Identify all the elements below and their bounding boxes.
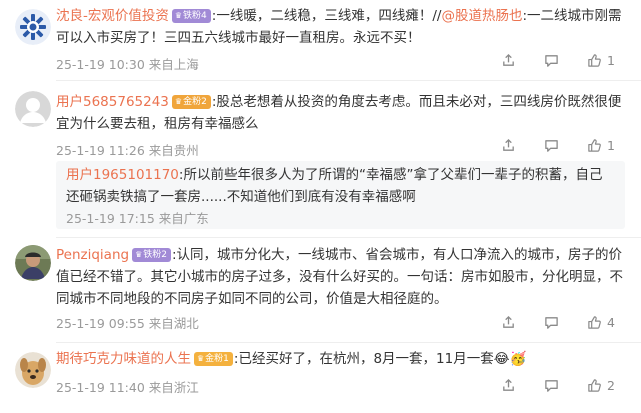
comment-button[interactable] xyxy=(544,378,559,393)
comment-time: 25-1-19 10:30 xyxy=(56,57,145,72)
avatar[interactable] xyxy=(15,91,51,127)
fan-badge: ♛金粉2 xyxy=(171,95,211,109)
reply-time: 25-1-19 17:15 xyxy=(66,211,155,226)
like-button[interactable]: 2 xyxy=(587,378,615,393)
mention-link[interactable]: @股道热肠也 xyxy=(441,8,522,24)
like-button[interactable]: 1 xyxy=(587,138,615,153)
like-button[interactable]: 4 xyxy=(587,315,615,330)
comment-icon xyxy=(545,140,558,152)
reply-box: 用户1965101170:所以前些年很多人为了所谓的“幸福感”拿了父辈们一辈子的… xyxy=(56,161,625,229)
comment-time: 25-1-19 11:26 xyxy=(56,143,145,158)
comment-username[interactable]: Penziqiang xyxy=(56,247,129,263)
share-icon xyxy=(503,378,514,391)
comment-item: 期待巧克力味道的人生 ♛金粉1:已经买好了，在杭州，8月一套，11月一套😂🥳 25… xyxy=(0,343,641,413)
comment-username[interactable]: 用户5685765243 xyxy=(56,94,169,110)
crown-icon: ♛ xyxy=(197,354,205,363)
like-icon xyxy=(588,139,601,152)
share-button[interactable] xyxy=(501,53,516,68)
fan-badge: ♛铁粉2 xyxy=(132,248,171,262)
reply-username[interactable]: 用户1965101170 xyxy=(66,167,179,183)
comment-item: 用户5685765243 ♛金粉2:股总老想着从投资的角度去考虑。而且未必对，三四… xyxy=(0,81,641,231)
comment-text: :已经买好了，在杭州，8月一套，11月一套 xyxy=(233,351,494,367)
share-button[interactable] xyxy=(501,378,516,393)
comment-button[interactable] xyxy=(544,315,559,330)
like-icon xyxy=(588,54,601,67)
comment-button[interactable] xyxy=(544,53,559,68)
crown-icon: ♛ xyxy=(174,11,183,20)
share-button[interactable] xyxy=(501,138,516,153)
like-count: 1 xyxy=(607,138,615,153)
like-count: 2 xyxy=(607,378,615,393)
fan-badge: ♛金粉1 xyxy=(194,352,233,366)
comment-text: 一线暖，二线稳，三线难，四线瘫！// xyxy=(216,8,442,24)
comment-location: 来自上海 xyxy=(148,57,199,72)
avatar[interactable] xyxy=(15,9,51,45)
comment-button[interactable] xyxy=(544,138,559,153)
fan-badge: ♛铁粉4 xyxy=(171,9,211,23)
crown-icon: ♛ xyxy=(135,250,143,259)
comment-location: 来自浙江 xyxy=(148,380,199,395)
comment-location: 来自湖北 xyxy=(148,316,199,331)
comment-icon xyxy=(545,317,558,329)
crown-icon: ♛ xyxy=(174,97,183,106)
avatar[interactable] xyxy=(15,352,51,388)
like-icon xyxy=(588,316,601,329)
like-count: 4 xyxy=(607,315,615,330)
comment-time: 25-1-19 09:55 xyxy=(56,316,145,331)
share-icon xyxy=(503,53,514,66)
like-count: 1 xyxy=(607,53,615,68)
comment-item: Penziqiang ♛铁粉2:认同，城市分化大，一线城市、省会城市，有人口净流入… xyxy=(0,238,641,342)
emoji: 😂🥳 xyxy=(493,351,527,367)
reply-location: 来自广东 xyxy=(158,211,209,226)
avatar[interactable] xyxy=(15,245,51,281)
comment-item: 沈良-宏观价值投资 ♛铁粉4:一线暖，二线稳，三线难，四线瘫！//@股道热肠也:一… xyxy=(0,0,641,80)
comment-icon xyxy=(545,55,558,67)
comment-username[interactable]: 期待巧克力味道的人生 xyxy=(56,351,191,367)
comment-username[interactable]: 沈良-宏观价值投资 xyxy=(56,8,169,24)
like-icon xyxy=(588,379,601,392)
comment-icon xyxy=(545,380,558,392)
share-button[interactable] xyxy=(501,315,516,330)
like-button[interactable]: 1 xyxy=(587,53,615,68)
comment-time: 25-1-19 11:40 xyxy=(56,380,145,395)
comment-location: 来自贵州 xyxy=(148,143,199,158)
share-icon xyxy=(503,138,514,151)
share-icon xyxy=(503,315,514,328)
